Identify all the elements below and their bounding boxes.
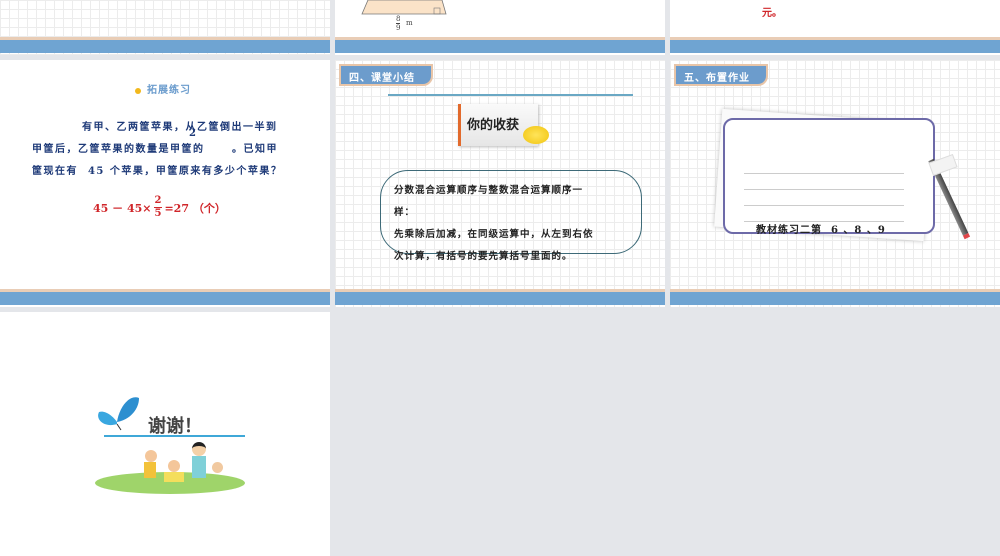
- slide-thanks[interactable]: 谢谢！: [0, 312, 330, 556]
- digit: 9: [133, 0, 139, 3]
- summary-text: 分数混合运算顺序与整数混合运算顺序一 样： 先乘除后加减，在同级运算中，从左到右…: [394, 180, 594, 268]
- denominator: 5: [154, 208, 162, 219]
- digit: 11: [149, 0, 162, 3]
- slide-footer-bar: [335, 289, 665, 305]
- answer-text: 元。: [762, 8, 782, 19]
- title-underline: [104, 435, 245, 437]
- homework-text: 教材练习二第 6 、8 、9 题。: [756, 176, 886, 307]
- bullet-icon: [135, 87, 141, 94]
- fraction-numerator: 2: [189, 128, 196, 139]
- denominator: 9: [396, 24, 401, 32]
- homework-line: 教材练习二第 6 、8 、9: [756, 225, 886, 236]
- slide-footer-bar: [0, 289, 330, 305]
- digit: 99: [188, 0, 201, 3]
- section-tab: 四、课堂小结: [339, 64, 433, 86]
- answer-formula: 45 － 45× 2 5 =27 （个）: [93, 195, 226, 220]
- slide-practice[interactable]: 拓展练习 有甲、乙两筐苹果，从乙筐倒出一半到 2 甲筐后，乙筐苹果的数量是甲筐的…: [0, 60, 330, 307]
- problem-line: 。已知甲: [232, 144, 278, 155]
- section-tab: 五、布置作业: [674, 64, 768, 86]
- fraction-digits: 11 11 9 11 9 99: [88, 0, 201, 3]
- divider: [388, 94, 633, 96]
- numerator: 8: [396, 15, 401, 24]
- butterfly-icon: [98, 397, 139, 431]
- summary-line: 分数混合运算顺序与整数混合运算顺序一: [394, 185, 584, 196]
- problem-line: 甲筐后，乙筐苹果的数量是甲筐的: [32, 144, 205, 155]
- problem-line: 筐现在有 45 个苹果，甲筐原来有多少个苹果？: [32, 166, 283, 177]
- slide-homework[interactable]: 五、布置作业 教材练习二第 6 、8 、9 题。: [670, 60, 1000, 307]
- slide-footer-bar: [0, 37, 330, 53]
- summary-line: 次计算，有括号的要先算括号里面的。: [394, 251, 573, 262]
- summary-line: 先乘除后加减，在同级运算中，从左到右依: [394, 229, 594, 240]
- slide-thumbnail-3[interactable]: 元。: [670, 0, 1000, 55]
- unit: m: [406, 19, 413, 27]
- slide-footer-bar: [670, 37, 1000, 53]
- answer-right: =27 （个）: [164, 201, 226, 215]
- flower-icon: [523, 126, 549, 144]
- digit: 9: [172, 0, 178, 3]
- slide-footer-bar: [670, 289, 1000, 305]
- dimension-label: 8 9: [396, 15, 401, 32]
- slide-thumbnail-2[interactable]: 8 9 m: [335, 0, 665, 55]
- digit: 11: [88, 0, 101, 3]
- digit: 11: [111, 0, 124, 3]
- summary-line: 样：: [394, 207, 416, 218]
- children-illustration: [110, 442, 230, 490]
- slide-summary[interactable]: 四、课堂小结 你的收获 分数混合运算顺序与整数混合运算顺序一 样： 先乘除后加减…: [335, 60, 665, 307]
- slide-thumbnail-1[interactable]: 11 11 9 11 9 99: [0, 0, 330, 55]
- answer-fraction: 2 5: [153, 195, 163, 220]
- numerator: 2: [153, 195, 163, 208]
- trapezoid-figure: [361, 0, 447, 15]
- heading-text: 拓展练习: [147, 85, 191, 96]
- answer-left: 45 － 45×: [93, 201, 152, 215]
- badge-text: 你的收获: [467, 118, 520, 133]
- problem-line: 有甲、乙两筐苹果，从乙筐倒出一半到: [82, 122, 278, 133]
- heading: 拓展练习: [135, 81, 191, 96]
- slide-footer-bar: [335, 37, 665, 53]
